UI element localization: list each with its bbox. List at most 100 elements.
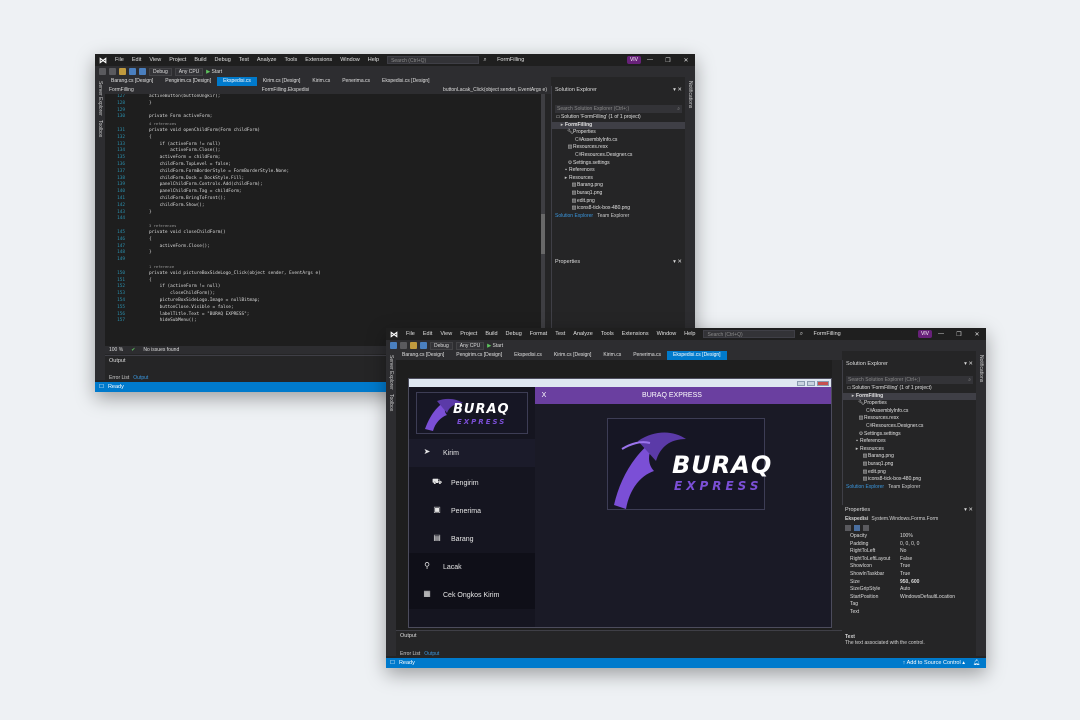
forward-icon[interactable] — [400, 342, 407, 349]
code-line[interactable]: 128} — [105, 101, 541, 108]
menu-tools[interactable]: Tools — [280, 57, 301, 63]
property-row[interactable]: RightToLeft No — [842, 548, 976, 556]
property-value[interactable]: Auto — [900, 586, 910, 594]
maximize-icon[interactable]: ❐ — [950, 331, 968, 338]
toolbox-tab[interactable]: Toolbox — [97, 120, 103, 137]
tree-item[interactable]: ▭Solution 'FormFilling' (1 of 1 project) — [552, 114, 685, 122]
alphabetical-icon[interactable] — [854, 525, 860, 531]
back-icon[interactable] — [390, 342, 397, 349]
property-value[interactable]: 950, 600 — [900, 579, 919, 587]
team-explorer-tab[interactable]: Team Explorer — [888, 484, 920, 490]
tree-item[interactable]: ▨buraq1.png — [552, 190, 685, 198]
save-icon[interactable] — [420, 342, 427, 349]
source-control-button[interactable]: ↑ Add to Source Control ▴ — [903, 660, 965, 666]
property-value[interactable]: False — [900, 556, 912, 564]
property-value[interactable]: True — [900, 571, 910, 579]
solution-search-input[interactable]: Search Solution Explorer (Ctrl+;) ⌕ — [846, 376, 973, 384]
server-explorer-tab[interactable]: Server Explorer — [388, 355, 394, 390]
form-designer-surface[interactable]: BURAQ EXPRESS ➤ Kirim ⛟ Pengirim ▣ Pener… — [396, 360, 832, 630]
solution-search-input[interactable]: Search Solution Explorer (Ctrl+;) ⌕ — [555, 105, 682, 113]
code-line[interactable]: 140 panelChildForm.Tag = childForm; — [105, 189, 541, 196]
code-line[interactable]: 155 buttonClose.Visible = false; — [105, 305, 541, 312]
nav-class-dropdown[interactable]: FormFilling.Ekspedisi — [262, 87, 310, 93]
tree-item[interactable]: ▨icons8-tick-box-480.png — [843, 476, 976, 484]
code-editor[interactable]: 127 activeButton(buttonOngkir); 128} 129 130… — [105, 94, 541, 346]
menu-debug[interactable]: Debug — [211, 57, 235, 63]
menu-extensions[interactable]: Extensions — [301, 57, 336, 63]
pin-icon[interactable]: ▾ ✕ — [673, 87, 682, 94]
code-line[interactable]: 153 closeChildForm(); — [105, 291, 541, 298]
error-list-tab[interactable]: Error List — [109, 375, 129, 381]
tab-ekspedisi-design[interactable]: Ekspedisi.cs [Design] — [667, 351, 727, 360]
tree-item[interactable]: ▨edit.png — [552, 198, 685, 206]
start-button[interactable]: ▶ Start — [206, 69, 222, 75]
code-line[interactable]: 136 childForm.TopLevel = false; — [105, 162, 541, 169]
property-value[interactable]: 100% — [900, 533, 913, 541]
tab-kirim-design[interactable]: Kirim.cs [Design] — [257, 77, 307, 86]
tree-item[interactable]: ⚙Settings.settings — [843, 431, 976, 439]
tree-item[interactable]: ▨buraq1.png — [843, 461, 976, 469]
menu-file[interactable]: File — [111, 57, 128, 63]
notifications-tab[interactable]: Notifications — [978, 355, 984, 382]
zoom-level[interactable]: 100 % — [109, 347, 123, 353]
tab-pengirim-design[interactable]: Pengirim.cs [Design] — [159, 77, 217, 86]
menu-format[interactable]: Format — [526, 331, 551, 337]
code-line[interactable]: 143} — [105, 210, 541, 217]
nav-pengirim[interactable]: ⛟ Pengirim — [409, 469, 535, 497]
menu-view[interactable]: View — [145, 57, 165, 63]
user-badge[interactable]: VIV — [626, 56, 641, 64]
tree-item[interactable]: ▸ Resources — [843, 446, 976, 454]
property-row[interactable]: Opacity 100% — [842, 533, 976, 541]
minimize-icon[interactable]: — — [641, 57, 659, 63]
menu-edit[interactable]: Edit — [128, 57, 145, 63]
menu-debug[interactable]: Debug — [502, 331, 526, 337]
tab-kirim-cs[interactable]: Kirim.cs — [306, 77, 336, 86]
tab-barang-design[interactable]: Barang.cs [Design] — [396, 351, 450, 360]
form-ekspedisi[interactable]: BURAQ EXPRESS ➤ Kirim ⛟ Pengirim ▣ Pener… — [408, 378, 832, 628]
events-icon[interactable] — [863, 525, 869, 531]
nav-project-dropdown[interactable]: FormFilling — [109, 87, 134, 93]
tab-penerima-cs[interactable]: Penerima.cs — [336, 77, 376, 86]
tree-item[interactable]: ▨icons8-tick-box-480.png — [552, 205, 685, 213]
tree-item[interactable]: ▸ Resources — [552, 175, 685, 183]
nav-barang[interactable]: ▤ Barang — [409, 525, 535, 553]
forward-icon[interactable] — [109, 68, 116, 75]
tree-item[interactable]: ⚙Settings.settings — [552, 160, 685, 168]
nav-cek-ongkos[interactable]: ▦ Cek Ongkos Kirim — [409, 581, 535, 609]
menu-view[interactable]: View — [436, 331, 456, 337]
toolbox-tab[interactable]: Toolbox — [388, 394, 394, 411]
tree-item[interactable]: C#Resources.Designer.cs — [552, 152, 685, 160]
server-explorer-tab[interactable]: Server Explorer — [97, 81, 103, 116]
code-line[interactable]: 137 childForm.FormBorderStyle = FormBord… — [105, 169, 541, 176]
menu-help[interactable]: Help — [680, 331, 699, 337]
code-line[interactable]: 150 private void pictureBoxSideLogo_Click… — [105, 271, 541, 278]
bell-icon[interactable]: 🔔︎ — [973, 660, 980, 666]
open-icon[interactable] — [119, 68, 126, 75]
code-line[interactable]: 131 private void openChildForm(Form child… — [105, 128, 541, 135]
nav-lacak[interactable]: ⚲ Lacak — [409, 553, 535, 581]
tab-kirim-cs[interactable]: Kirim.cs — [597, 351, 627, 360]
back-icon[interactable] — [99, 68, 106, 75]
code-line[interactable]: 157 hideSubMenu(); — [105, 318, 541, 325]
close-icon[interactable]: ✕ — [968, 331, 986, 338]
menu-tools[interactable]: Tools — [597, 331, 618, 337]
tree-item[interactable]: ▥Resources.resx — [843, 415, 976, 423]
close-icon[interactable]: ✕ — [677, 57, 695, 64]
tree-item[interactable]: ▪ References — [552, 167, 685, 175]
menu-window[interactable]: Window — [653, 331, 681, 337]
output-tab[interactable]: Output — [133, 375, 148, 381]
tree-item[interactable]: C#AssemblyInfo.cs — [843, 408, 976, 416]
code-line[interactable]: 130 private Form activeForm; — [105, 114, 541, 121]
solution-explorer-tab[interactable]: Solution Explorer — [555, 213, 593, 219]
code-line[interactable]: 154 pictureBoxSideLogo.Image = nullBitma… — [105, 298, 541, 305]
tree-item[interactable]: ▪ References — [843, 438, 976, 446]
tree-item[interactable]: ▭Solution 'FormFilling' (1 of 1 project) — [843, 385, 976, 393]
menu-project[interactable]: Project — [456, 331, 481, 337]
tab-pengirim-design[interactable]: Pengirim.cs [Design] — [450, 351, 508, 360]
tree-item[interactable]: ▨edit.png — [843, 469, 976, 477]
side-logo[interactable]: BURAQ EXPRESS — [416, 392, 528, 434]
code-lens[interactable]: 3 references — [105, 223, 541, 230]
output-tab[interactable]: Output — [424, 651, 439, 657]
code-line[interactable]: 145 private void closeChildForm() — [105, 230, 541, 237]
tree-item[interactable]: ▨Barang.png — [843, 453, 976, 461]
